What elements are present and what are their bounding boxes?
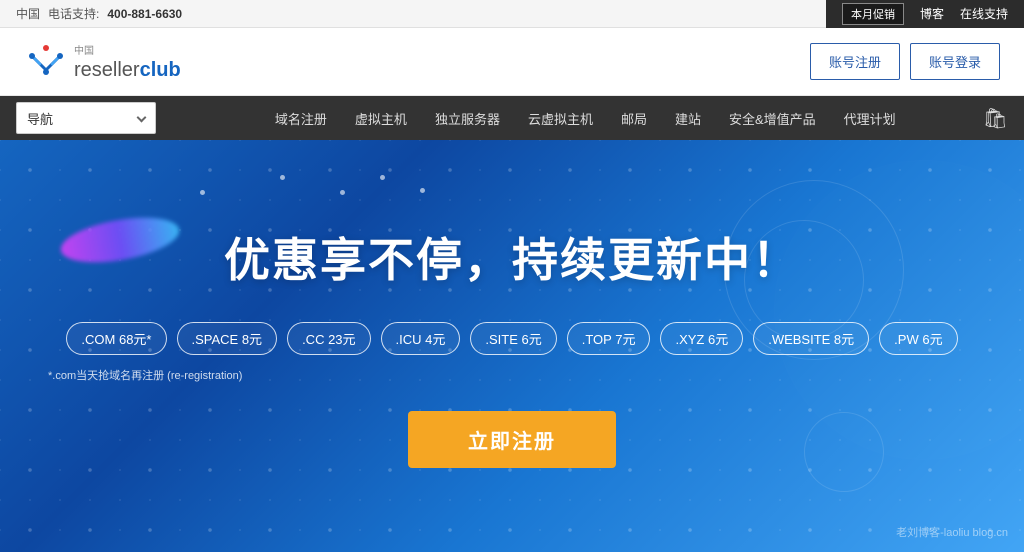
nav-link-cloud[interactable]: 云虚拟主机 bbox=[528, 109, 593, 128]
nav-link-reseller[interactable]: 代理计划 bbox=[844, 109, 896, 128]
chevron-down-icon bbox=[137, 112, 147, 122]
hero-cta-button[interactable]: 立即注册 bbox=[408, 411, 616, 468]
login-button[interactable]: 账号登录 bbox=[910, 43, 1000, 80]
tag-icu[interactable]: .ICU 4元 bbox=[381, 322, 461, 355]
logo-reseller: reseller bbox=[74, 59, 140, 81]
hero: 优惠享不停，持续更新中！ .COM 68元* .SPACE 8元 .CC 23元… bbox=[0, 140, 1024, 552]
dot-1 bbox=[200, 190, 205, 195]
deco-circle-3 bbox=[804, 412, 884, 492]
phone-label: 电话支持: bbox=[48, 5, 99, 22]
blog-link[interactable]: 博客 bbox=[920, 5, 944, 22]
tag-website[interactable]: .WEBSITE 8元 bbox=[753, 322, 869, 355]
logo-club: club bbox=[140, 59, 181, 81]
nav-links: 域名注册 虚拟主机 独立服务器 云虚拟主机 邮局 建站 安全&增值产品 代理计划 bbox=[188, 109, 983, 128]
watermark: 老刘博客-laoliu blog.cn bbox=[896, 524, 1008, 540]
top-bar-left: 中国 电话支持: 400-881-6630 bbox=[16, 5, 182, 22]
top-bar-right: 本月促销 博客 在线支持 bbox=[826, 0, 1024, 28]
hero-blob-decoration bbox=[57, 210, 182, 270]
tag-xyz[interactable]: .XYZ 6元 bbox=[660, 322, 743, 355]
nav-link-builder[interactable]: 建站 bbox=[675, 109, 701, 128]
nav: 导航 域名注册 虚拟主机 独立服务器 云虚拟主机 邮局 建站 安全&增值产品 代… bbox=[0, 96, 1024, 140]
nav-link-dedicated[interactable]: 独立服务器 bbox=[435, 109, 500, 128]
hero-note: *.com当天抢域名再注册 (re-registration) bbox=[0, 367, 242, 383]
dot-5 bbox=[420, 188, 425, 193]
nav-link-security[interactable]: 安全&增值产品 bbox=[729, 109, 816, 128]
hero-title: 优惠享不停，持续更新中！ bbox=[224, 224, 800, 290]
phone-number: 400-881-6630 bbox=[107, 7, 182, 21]
support-link[interactable]: 在线支持 bbox=[960, 5, 1008, 22]
logo-icon bbox=[24, 40, 68, 84]
dot-4 bbox=[380, 175, 385, 180]
nav-dropdown-label: 导航 bbox=[27, 109, 53, 128]
region-label[interactable]: 中国 bbox=[16, 5, 40, 22]
logo-text-block: 中国 resellerclub bbox=[74, 42, 181, 82]
nav-dropdown[interactable]: 导航 bbox=[16, 102, 156, 134]
tag-site[interactable]: .SITE 6元 bbox=[470, 322, 556, 355]
nav-link-vhost[interactable]: 虚拟主机 bbox=[355, 109, 407, 128]
top-bar: 中国 电话支持: 400-881-6630 本月促销 博客 在线支持 bbox=[0, 0, 1024, 28]
header: 中国 resellerclub 账号注册 账号登录 bbox=[0, 28, 1024, 96]
tag-cc[interactable]: .CC 23元 bbox=[287, 322, 370, 355]
cart-icon[interactable]: 🛍 bbox=[983, 106, 1008, 131]
register-button[interactable]: 账号注册 bbox=[810, 43, 900, 80]
tag-pw[interactable]: .PW 6元 bbox=[879, 322, 957, 355]
promo-badge[interactable]: 本月促销 bbox=[842, 3, 904, 25]
nav-link-domain[interactable]: 域名注册 bbox=[275, 109, 327, 128]
tag-com[interactable]: .COM 68元* bbox=[66, 322, 166, 355]
tag-space[interactable]: .SPACE 8元 bbox=[177, 322, 278, 355]
logo-brand-name: resellerclub bbox=[74, 58, 181, 82]
logo-cn-text: 中国 bbox=[74, 42, 181, 57]
tag-top[interactable]: .TOP 7元 bbox=[567, 322, 651, 355]
nav-link-mail[interactable]: 邮局 bbox=[621, 109, 647, 128]
logo: 中国 resellerclub bbox=[24, 40, 181, 84]
dot-2 bbox=[280, 175, 285, 180]
header-buttons: 账号注册 账号登录 bbox=[810, 43, 1000, 80]
dot-3 bbox=[340, 190, 345, 195]
hero-tags: .COM 68元* .SPACE 8元 .CC 23元 .ICU 4元 .SIT… bbox=[66, 322, 957, 355]
